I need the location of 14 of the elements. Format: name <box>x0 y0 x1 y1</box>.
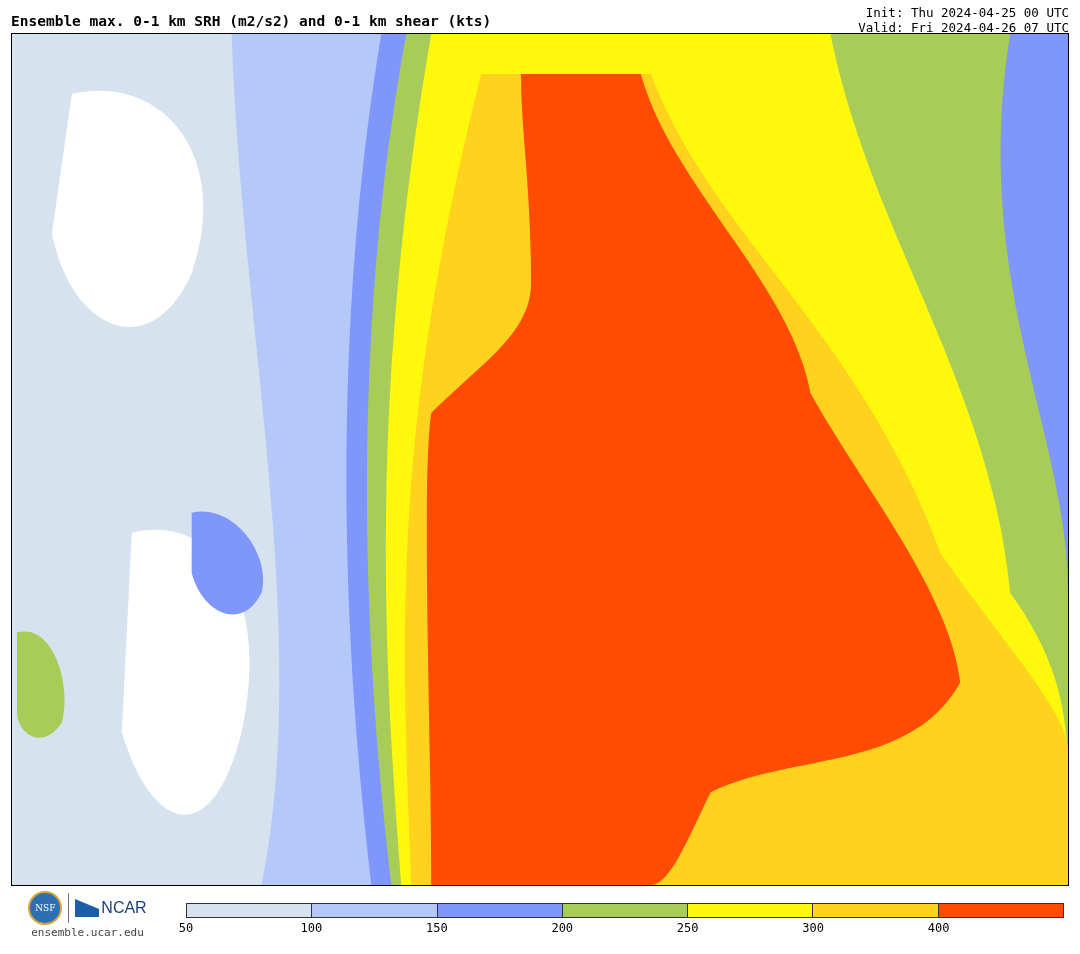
chart-title: Ensemble max. 0-1 km SRH (m2/s2) and 0-1 km shear (kts) <box>11 13 492 29</box>
nsf-logo: NSF <box>28 891 63 925</box>
scale-label: 50 <box>178 921 194 935</box>
scale-label: 300 <box>802 921 824 935</box>
valid-time: Valid: Fri 2024-04-26 07 UTC <box>858 20 1069 35</box>
ncar-mark-icon <box>75 899 100 917</box>
scale-label: 200 <box>551 921 574 935</box>
init-time: Init: Thu 2024-04-25 00 UTC <box>865 5 1069 20</box>
scale-label: 100 <box>300 921 323 935</box>
ncar-logo: NCAR <box>101 899 147 917</box>
scale-label: 150 <box>426 921 448 935</box>
site-url: ensemble.ucar.edu <box>31 926 144 939</box>
scale-label: 400 <box>927 921 950 935</box>
scale-label: 250 <box>676 921 699 935</box>
